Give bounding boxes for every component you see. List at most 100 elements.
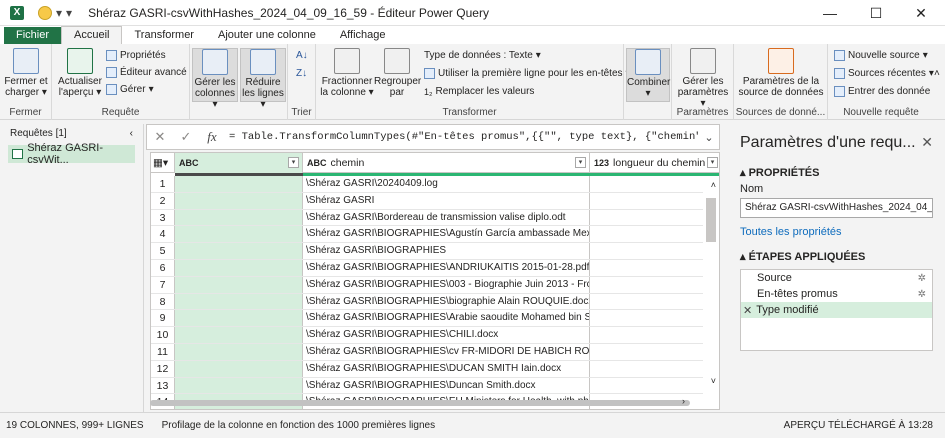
tab-accueil[interactable]: Accueil <box>61 26 123 44</box>
table-cell[interactable] <box>590 176 707 192</box>
gear-icon[interactable]: ✲ <box>918 289 926 300</box>
collapse-ribbon-icon[interactable]: ˄ <box>934 68 940 79</box>
manage-columns-button[interactable]: Gérer les colonnes ▾ <box>192 48 238 110</box>
table-cell[interactable] <box>590 361 707 377</box>
table-row[interactable]: 10 \Shéraz GASRI\BIOGRAPHIES\CHILI.docx <box>151 327 719 344</box>
horizontal-scroll-thumb[interactable] <box>150 400 690 406</box>
scroll-down-icon[interactable]: ˅ <box>711 376 716 386</box>
row-number[interactable]: 5 <box>151 243 175 259</box>
collapse-pane-icon[interactable]: ‹ <box>130 128 133 139</box>
table-cell[interactable] <box>590 378 707 394</box>
tab-fichier[interactable]: Fichier <box>4 27 62 44</box>
table-cell[interactable] <box>175 259 303 276</box>
table-cell[interactable] <box>590 344 707 360</box>
customize-toolbar-icon[interactable]: ▾ <box>66 6 72 20</box>
vertical-scrollbar[interactable]: ˄ ˅ <box>703 176 719 396</box>
tab-affichage[interactable]: Affichage <box>328 27 398 44</box>
table-row[interactable]: 5 \Shéraz GASRI\BIOGRAPHIES <box>151 243 719 260</box>
table-cell-chemin[interactable]: \Shéraz GASRI\BIOGRAPHIES <box>303 243 590 259</box>
table-row[interactable]: 6 \Shéraz GASRI\BIOGRAPHIES\ANDRIUKAITIS … <box>151 259 719 277</box>
table-cell[interactable] <box>590 260 707 276</box>
table-cell[interactable] <box>590 243 707 259</box>
step-type-changed[interactable]: ✕ Type modifié <box>741 302 932 318</box>
table-cell-chemin[interactable]: \Shéraz GASRI\BIOGRAPHIES\CHILI.docx <box>303 327 590 343</box>
reduce-rows-button[interactable]: Réduire les lignes ▾ <box>240 48 286 110</box>
table-cell[interactable] <box>175 226 303 243</box>
horizontal-scrollbar[interactable]: › <box>150 396 700 410</box>
row-number[interactable]: 4 <box>151 226 175 243</box>
table-cell[interactable] <box>175 276 303 293</box>
column-header-chemin[interactable]: ABC chemin ▾ <box>303 153 590 173</box>
tab-ajouter-colonne[interactable]: Ajouter une colonne <box>206 27 328 44</box>
table-cell[interactable] <box>175 327 303 343</box>
maximize-button[interactable]: ☐ <box>853 0 899 26</box>
table-cell[interactable] <box>590 310 707 326</box>
table-row[interactable]: 3 \Shéraz GASRI\Bordereau de transmission… <box>151 209 719 227</box>
table-cell[interactable] <box>175 176 303 192</box>
function-icon[interactable]: fx <box>199 129 225 145</box>
close-and-load-button[interactable]: Fermer et charger ▾ <box>4 48 48 98</box>
row-number[interactable]: 2 <box>151 192 175 209</box>
chevron-down-icon[interactable]: ▾ <box>56 6 62 20</box>
table-cell[interactable] <box>175 192 303 209</box>
row-number[interactable]: 8 <box>151 293 175 310</box>
table-row[interactable]: 7 \Shéraz GASRI\BIOGRAPHIES\003 - Biograp… <box>151 276 719 294</box>
table-row[interactable]: 2 \Shéraz GASRI <box>151 192 719 210</box>
step-headers-promoted[interactable]: En-têtes promus ✲ <box>741 286 932 302</box>
sort-descending-icon[interactable]: Z↓ <box>296 68 307 79</box>
scroll-thumb[interactable] <box>706 198 716 242</box>
filter-dropdown-icon[interactable]: ▾ <box>575 157 586 168</box>
table-cell-chemin[interactable]: \Shéraz GASRI\BIOGRAPHIES\Agustín García… <box>303 226 590 243</box>
gear-icon[interactable]: ✲ <box>918 273 926 284</box>
table-cell-chemin[interactable]: \Shéraz GASRI\BIOGRAPHIES\biographie Ala… <box>303 293 590 310</box>
table-row[interactable]: 1 \Shéraz GASRI\20240409.log <box>151 176 719 193</box>
recent-sources-button[interactable]: Sources récentes ▾ <box>834 68 934 79</box>
table-cell[interactable] <box>590 226 707 242</box>
table-cell[interactable] <box>175 243 303 259</box>
row-number[interactable]: 11 <box>151 343 175 360</box>
table-cell[interactable] <box>590 327 707 343</box>
group-by-button[interactable]: Regrouper par <box>374 48 421 98</box>
table-cell-chemin[interactable]: \Shéraz GASRI\BIOGRAPHIES\Arabie saoudit… <box>303 310 590 327</box>
table-cell-chemin[interactable]: \Shéraz GASRI <box>303 192 590 209</box>
combine-button[interactable]: Combiner ▾ <box>626 48 670 102</box>
column-header-1[interactable]: ABC ▾ <box>175 153 303 173</box>
table-row[interactable]: 4 \Shéraz GASRI\BIOGRAPHIES\Agustín Garcí… <box>151 226 719 244</box>
table-cell-chemin[interactable]: \Shéraz GASRI\BIOGRAPHIES\DUCAN SMITH Ia… <box>303 360 590 377</box>
number-type-icon[interactable]: 123 <box>594 158 609 168</box>
data-type-dropdown[interactable]: Type de données : Texte ▾ <box>424 50 541 61</box>
table-cell[interactable] <box>175 343 303 360</box>
delete-step-icon[interactable]: ✕ <box>743 304 752 317</box>
row-number[interactable]: 1 <box>151 176 175 192</box>
replace-values-button[interactable]: 1₂ Remplacer les valeurs <box>424 86 534 97</box>
row-number[interactable]: 6 <box>151 259 175 276</box>
new-source-button[interactable]: Nouvelle source ▾ <box>834 50 928 61</box>
refresh-preview-button[interactable]: Actualiser l'aperçu ▾ <box>58 48 102 98</box>
sort-ascending-icon[interactable]: A↓ <box>296 50 308 61</box>
properties-button[interactable]: Propriétés <box>106 50 166 61</box>
scroll-right-icon[interactable]: › <box>682 396 685 406</box>
filter-dropdown-icon[interactable]: ▾ <box>707 157 718 168</box>
advanced-editor-button[interactable]: Éditeur avancé <box>106 67 187 78</box>
table-row[interactable]: 8 \Shéraz GASRI\BIOGRAPHIES\biographie Al… <box>151 293 719 311</box>
table-cell[interactable] <box>175 293 303 310</box>
table-row[interactable]: 9 \Shéraz GASRI\BIOGRAPHIES\Arabie saoudi… <box>151 310 719 328</box>
table-cell-chemin[interactable]: \Shéraz GASRI\BIOGRAPHIES\cv FR-MIDORI D… <box>303 343 590 360</box>
enter-data-button[interactable]: Entrer des donnée <box>834 86 930 97</box>
status-profiling[interactable]: Profilage de la colonne en fonction des … <box>162 420 436 431</box>
row-number[interactable]: 7 <box>151 276 175 293</box>
row-number[interactable]: 13 <box>151 377 175 394</box>
column-header-longueur[interactable]: 123 longueur du chemin ▾ <box>590 153 719 173</box>
cancel-formula-icon[interactable]: ✕ <box>147 129 173 145</box>
row-number[interactable]: 10 <box>151 327 175 343</box>
formula-input[interactable]: = Table.TransformColumnTypes(#"En-têtes … <box>225 131 699 143</box>
table-cell[interactable] <box>590 193 707 209</box>
table-row[interactable]: 11 \Shéraz GASRI\BIOGRAPHIES\cv FR-MIDORI… <box>151 343 719 361</box>
table-menu-icon[interactable]: ▦▾ <box>151 153 175 173</box>
all-properties-link[interactable]: Toutes les propriétés <box>728 218 945 246</box>
row-number[interactable]: 3 <box>151 209 175 226</box>
step-source[interactable]: Source ✲ <box>741 270 932 286</box>
table-cell[interactable] <box>175 209 303 226</box>
split-column-button[interactable]: Fractionner la colonne ▾ <box>320 48 374 98</box>
query-name-input[interactable]: Shéraz GASRI-csvWithHashes_2024_04_0 <box>740 198 933 218</box>
